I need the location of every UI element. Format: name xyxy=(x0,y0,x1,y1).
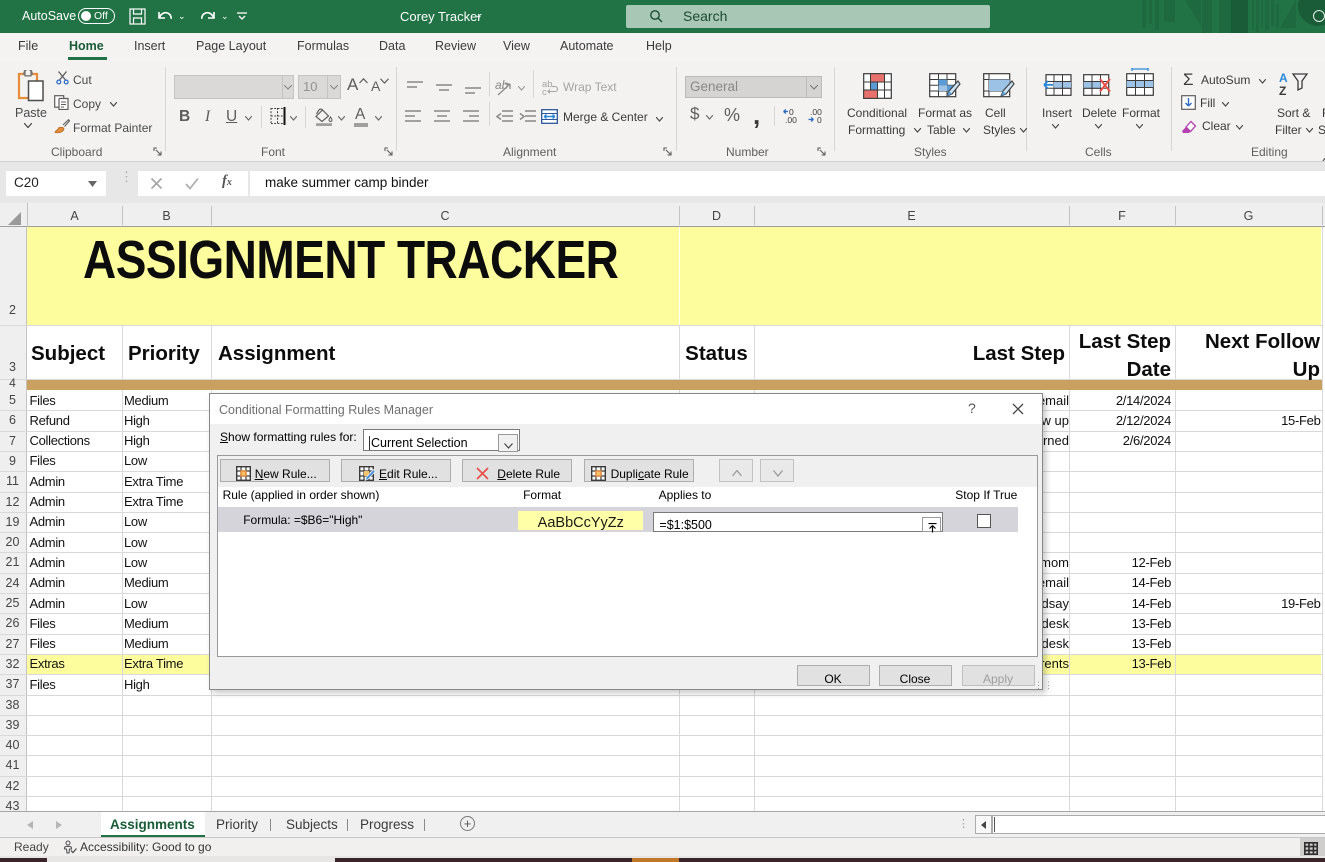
svg-text:ab: ab xyxy=(495,78,509,92)
svg-text:Z: Z xyxy=(1279,84,1286,96)
svg-text:c: c xyxy=(542,87,547,95)
svg-text:0: 0 xyxy=(817,115,822,124)
svg-text:.00: .00 xyxy=(785,115,797,124)
